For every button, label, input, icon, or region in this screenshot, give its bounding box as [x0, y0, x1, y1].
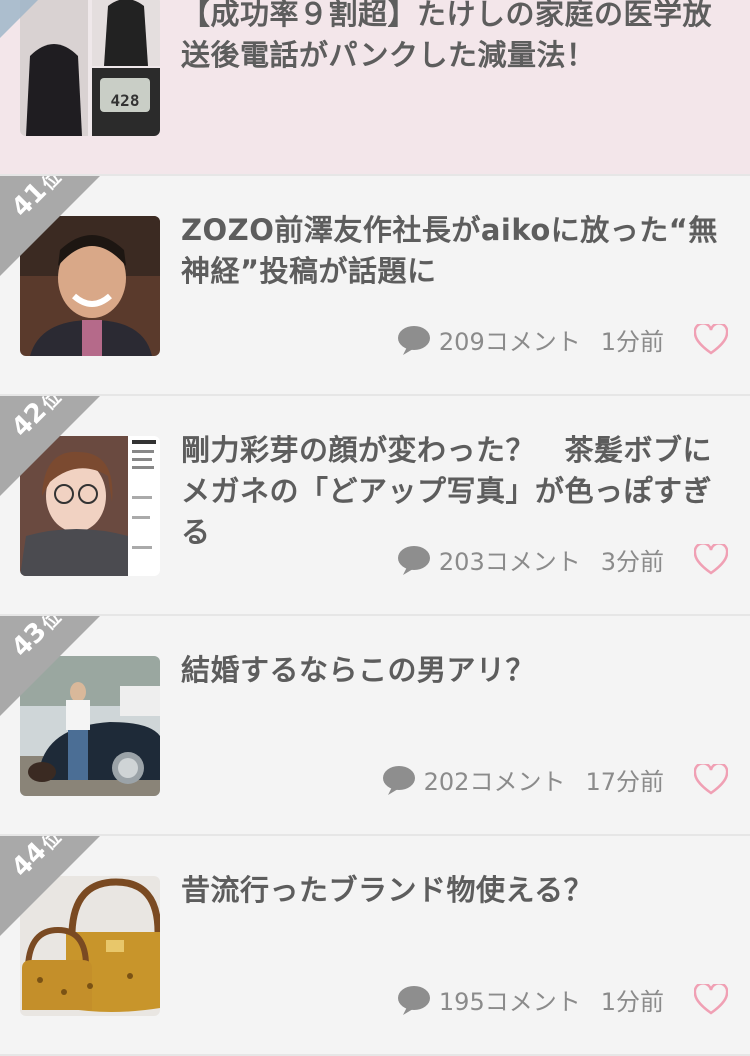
comment-bubble-icon [397, 985, 430, 1015]
thumbnail-image[interactable] [20, 216, 160, 356]
article-meta: 195コメント 1分前 [397, 982, 728, 1017]
comment-bubble-icon [382, 765, 415, 795]
thumbnail-image[interactable] [20, 656, 160, 796]
list-item[interactable]: 43位 結婚するならこの男アリ？ 202コメント 17分前 [0, 616, 750, 836]
comment-bubble-icon [397, 325, 430, 355]
ranking-list: 428 【成功率９割超】たけしの家庭の医学放送後電話がパンクした減量法！ 41位… [0, 0, 750, 1056]
article-title[interactable]: 昔流行ったブランド物使える？ [181, 870, 726, 911]
man-portrait-image [20, 216, 160, 356]
timestamp: 1分前 [600, 328, 664, 356]
list-item[interactable]: 41位 ZOZO前澤友作社長がaikoに放った“無神経”投稿が話題に 209コメ… [0, 176, 750, 396]
comment-count[interactable]: 202コメント [424, 762, 566, 797]
timestamp: 17分前 [585, 768, 664, 796]
brand-bags-image [20, 876, 160, 1016]
comment-count[interactable]: 209コメント [439, 322, 581, 357]
article-title[interactable]: 剛力彩芽の顔が変わった？ 茶髪ボブにメガネの「どアップ写真」が色っぽすぎる [181, 430, 726, 553]
timestamp: 3分前 [600, 548, 664, 576]
list-item[interactable]: 428 【成功率９割超】たけしの家庭の医学放送後電話がパンクした減量法！ [0, 0, 750, 176]
article-meta: 202コメント 17分前 [382, 762, 728, 797]
thumbnail-image[interactable] [20, 876, 160, 1016]
article-title[interactable]: ZOZO前澤友作社長がaikoに放った“無神経”投稿が話題に [181, 210, 726, 292]
comment-count[interactable]: 195コメント [439, 982, 581, 1017]
man-with-car-image [20, 656, 160, 796]
comment-count[interactable]: 203コメント [439, 542, 581, 577]
article-title[interactable]: 【成功率９割超】たけしの家庭の医学放送後電話がパンクした減量法！ [181, 0, 726, 76]
list-item[interactable]: 44位 昔流行ったブランド物使える？ 195コメント 1分前 [0, 836, 750, 1056]
heart-icon[interactable] [694, 323, 728, 356]
diet-photo-image: 428 [20, 0, 160, 136]
comment-bubble-icon [397, 545, 430, 575]
list-item[interactable]: 42位 剛力彩芽の顔が変わった？ 茶髪ボブにメガネの「どアップ写真」が色っぽすぎ… [0, 396, 750, 616]
heart-icon[interactable] [694, 983, 728, 1016]
article-title[interactable]: 結婚するならこの男アリ？ [181, 650, 726, 691]
timestamp: 1分前 [600, 988, 664, 1016]
thumbnail-image[interactable] [20, 436, 160, 576]
thumbnail-image[interactable]: 428 [20, 0, 160, 136]
woman-glasses-image [20, 436, 160, 576]
heart-icon[interactable] [694, 543, 728, 576]
article-meta: 209コメント 1分前 [397, 322, 728, 357]
scale-reading: 428 [111, 91, 140, 110]
article-meta: 203コメント 3分前 [397, 542, 728, 577]
heart-icon[interactable] [694, 763, 728, 796]
